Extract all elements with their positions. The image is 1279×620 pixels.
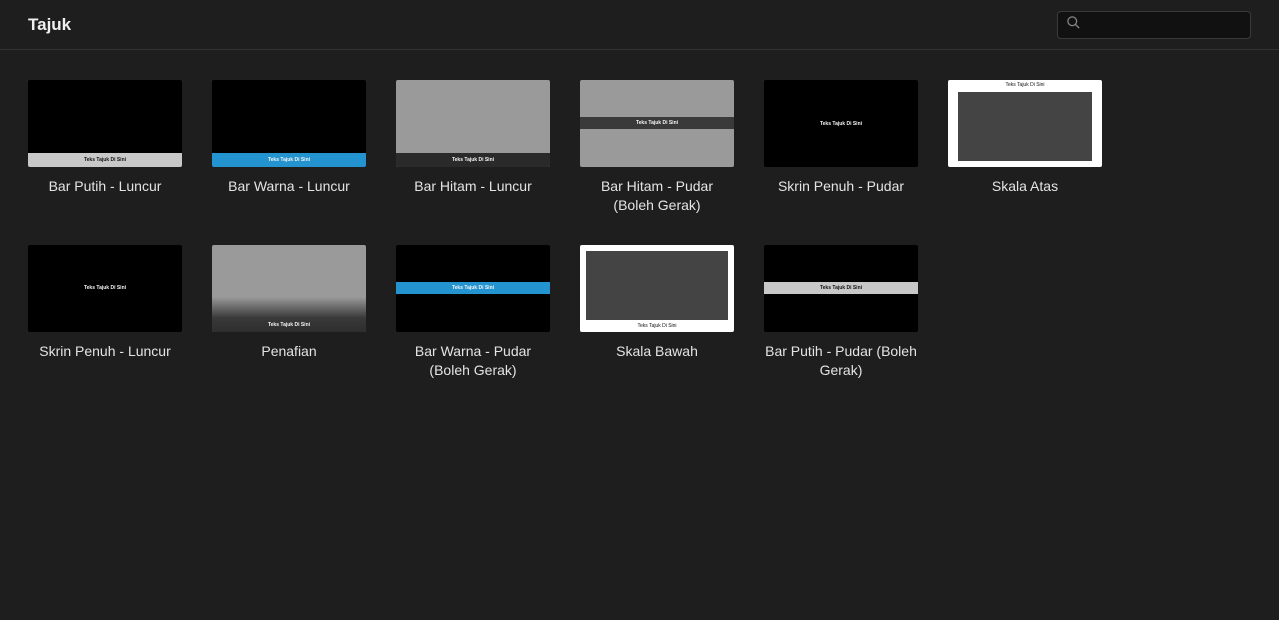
thumbnail: Teks Tajuk Di Sini (764, 245, 918, 332)
thumbnail: Teks Tajuk Di Sini (212, 80, 366, 167)
template-bar-warna-luncur[interactable]: Teks Tajuk Di Sini Bar Warna - Luncur (212, 80, 366, 215)
template-label: Skala Atas (948, 177, 1102, 196)
thumbnail: Teks Tajuk Di Sini (396, 80, 550, 167)
template-penafian[interactable]: Teks Tajuk Di Sini Penafian (212, 245, 366, 380)
sample-text: Teks Tajuk Di Sini (948, 82, 1102, 88)
thumbnail: Teks Tajuk Di Sini (28, 245, 182, 332)
template-label: Skala Bawah (580, 342, 734, 361)
template-skrin-penuh-pudar[interactable]: Teks Tajuk Di Sini Skrin Penuh - Pudar (764, 80, 918, 215)
template-skrin-penuh-luncur[interactable]: Teks Tajuk Di Sini Skrin Penuh - Luncur (28, 245, 182, 380)
template-bar-putih-luncur[interactable]: Teks Tajuk Di Sini Bar Putih - Luncur (28, 80, 182, 215)
template-bar-warna-pudar[interactable]: Teks Tajuk Di Sini Bar Warna - Pudar (Bo… (396, 245, 550, 380)
title-templates-grid: Teks Tajuk Di Sini Bar Putih - Luncur Te… (0, 50, 1279, 410)
page-title: Tajuk (28, 15, 71, 35)
search-icon (1066, 15, 1081, 35)
sample-text: Teks Tajuk Di Sini (452, 285, 494, 291)
thumbnail: Teks Tajuk Di Sini (396, 245, 550, 332)
template-label: Penafian (212, 342, 366, 361)
template-bar-hitam-luncur[interactable]: Teks Tajuk Di Sini Bar Hitam - Luncur (396, 80, 550, 215)
template-label: Bar Hitam - Luncur (396, 177, 550, 196)
search-input[interactable] (1087, 17, 1242, 32)
sample-text: Teks Tajuk Di Sini (820, 121, 862, 127)
template-label: Bar Hitam - Pudar (Boleh Gerak) (580, 177, 734, 215)
template-label: Skrin Penuh - Luncur (28, 342, 182, 361)
thumbnail: Teks Tajuk Di Sini (212, 245, 366, 332)
sample-text: Teks Tajuk Di Sini (84, 285, 126, 291)
template-skala-atas[interactable]: Teks Tajuk Di Sini Skala Atas (948, 80, 1102, 215)
sample-text: Teks Tajuk Di Sini (84, 157, 126, 163)
template-skala-bawah[interactable]: Teks Tajuk Di Sini Skala Bawah (580, 245, 734, 380)
template-bar-putih-pudar[interactable]: Teks Tajuk Di Sini Bar Putih - Pudar (Bo… (764, 245, 918, 380)
thumbnail: Teks Tajuk Di Sini (28, 80, 182, 167)
thumbnail: Teks Tajuk Di Sini (948, 80, 1102, 167)
template-bar-hitam-pudar[interactable]: Teks Tajuk Di Sini Bar Hitam - Pudar (Bo… (580, 80, 734, 215)
sample-text: Teks Tajuk Di Sini (268, 322, 310, 328)
sample-text: Teks Tajuk Di Sini (580, 323, 734, 329)
template-label: Bar Putih - Pudar (Boleh Gerak) (764, 342, 918, 380)
template-label: Bar Warna - Pudar (Boleh Gerak) (396, 342, 550, 380)
template-label: Bar Warna - Luncur (212, 177, 366, 196)
sample-text: Teks Tajuk Di Sini (452, 157, 494, 163)
header-bar: Tajuk (0, 0, 1279, 50)
template-label: Bar Putih - Luncur (28, 177, 182, 196)
thumbnail: Teks Tajuk Di Sini (580, 245, 734, 332)
thumbnail: Teks Tajuk Di Sini (764, 80, 918, 167)
sample-text: Teks Tajuk Di Sini (268, 157, 310, 163)
search-container[interactable] (1057, 11, 1251, 39)
template-label: Skrin Penuh - Pudar (764, 177, 918, 196)
thumbnail: Teks Tajuk Di Sini (580, 80, 734, 167)
sample-text: Teks Tajuk Di Sini (820, 285, 862, 291)
sample-text: Teks Tajuk Di Sini (636, 120, 678, 126)
